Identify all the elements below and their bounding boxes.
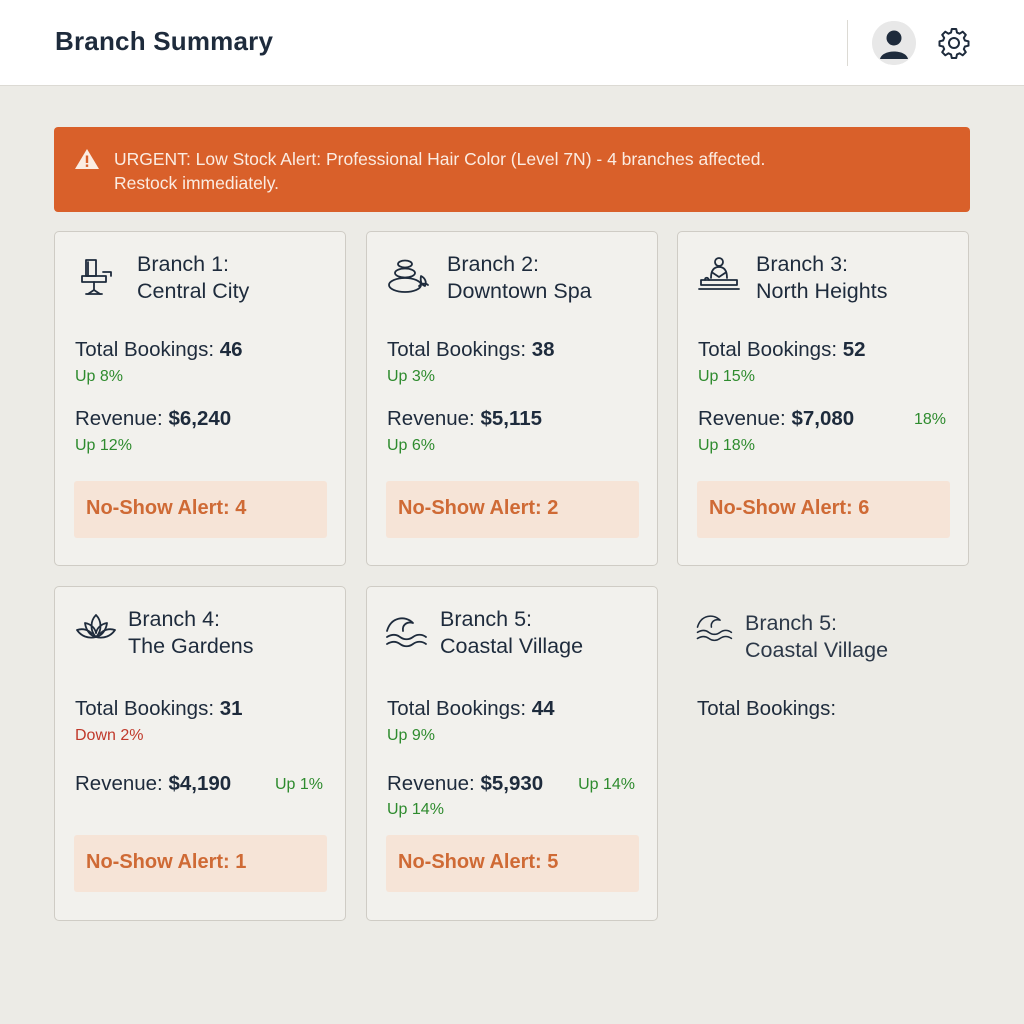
revenue-trend: Up 14% xyxy=(387,801,444,818)
spa-stones-icon xyxy=(385,254,431,300)
bookings-label: Total Bookings: xyxy=(75,697,215,720)
branch-card-3[interactable]: Branch 3: North Heights Total Bookings: … xyxy=(677,231,969,566)
revenue-label: Revenue: xyxy=(387,772,475,795)
massage-icon xyxy=(696,254,742,300)
top-header: Branch Summary xyxy=(0,0,1024,86)
revenue-value: $4,190 xyxy=(168,772,232,795)
total-bookings: Total Bookings: 46 xyxy=(75,338,243,362)
branch-title: Branch 1: Central City xyxy=(137,251,249,305)
revenue-label: Revenue: xyxy=(75,407,163,430)
branch-number: Branch 2: xyxy=(447,252,540,276)
bookings-label: Total Bookings: xyxy=(75,338,215,361)
revenue-value: $7,080 xyxy=(791,407,855,430)
bookings-label: Total Bookings: xyxy=(697,697,837,720)
revenue-value: $6,240 xyxy=(168,407,232,430)
revenue-label: Revenue: xyxy=(698,407,786,430)
no-show-alert[interactable]: No-Show Alert: 1 xyxy=(74,835,327,892)
revenue-label: Revenue: xyxy=(387,407,475,430)
page-title: Branch Summary xyxy=(55,26,274,56)
waves-icon xyxy=(694,608,740,654)
bookings-label: Total Bookings: xyxy=(387,338,527,361)
revenue-trend: Up 18% xyxy=(698,437,755,454)
warning-icon xyxy=(74,147,100,171)
salon-chair-icon xyxy=(77,254,123,300)
bookings-label: Total Bookings: xyxy=(698,338,838,361)
branch-card-4[interactable]: Branch 4: The Gardens Total Bookings: 31… xyxy=(54,586,346,921)
no-show-alert[interactable]: No-Show Alert: 4 xyxy=(74,481,327,538)
revenue-trend: Up 6% xyxy=(387,437,436,454)
branch-name: Coastal Village xyxy=(745,638,889,662)
waves-icon xyxy=(383,609,429,655)
no-show-alert[interactable]: No-Show Alert: 2 xyxy=(386,481,639,538)
bookings-trend: Up 8% xyxy=(75,368,124,385)
bookings-trend: Up 15% xyxy=(698,368,755,385)
bookings-value: 52 xyxy=(842,338,866,361)
revenue: Revenue: $4,190 xyxy=(75,772,231,796)
revenue-side-trend: Up 14% xyxy=(578,776,635,793)
revenue: Revenue: $5,115 xyxy=(387,407,542,431)
no-show-alert[interactable]: No-Show Alert: 5 xyxy=(386,835,639,892)
bookings-trend: Up 9% xyxy=(387,727,436,744)
revenue-trend: Up 12% xyxy=(75,437,132,454)
branch-card-2[interactable]: Branch 2: Downtown Spa Total Bookings: 3… xyxy=(366,231,658,566)
total-bookings: Total Bookings: 52 xyxy=(698,338,866,362)
gear-icon[interactable] xyxy=(937,26,971,60)
branch-name: Downtown Spa xyxy=(447,279,592,303)
branch-name: Coastal Village xyxy=(440,634,584,658)
bookings-value: 38 xyxy=(531,338,555,361)
no-show-alert-text: No-Show Alert: 1 xyxy=(86,851,247,873)
branch-number: Branch 1: xyxy=(137,252,230,276)
branch-title: Branch 4: The Gardens xyxy=(128,606,253,660)
branch-card-5[interactable]: Branch 5: Coastal Village Total Bookings… xyxy=(366,586,658,921)
bookings-value: 44 xyxy=(531,697,555,720)
branch-name: Central City xyxy=(137,279,250,303)
branch-name: North Heights xyxy=(756,279,888,303)
branch-number: Branch 5: xyxy=(440,607,533,631)
revenue: Revenue: $5,930 xyxy=(387,772,543,796)
bookings-trend: Up 3% xyxy=(387,368,436,385)
header-divider xyxy=(847,20,848,66)
lotus-icon xyxy=(73,609,119,655)
branch-name: The Gardens xyxy=(128,634,254,658)
no-show-alert-text: No-Show Alert: 6 xyxy=(709,497,870,519)
total-bookings: Total Bookings: xyxy=(697,697,836,721)
bookings-value: 31 xyxy=(219,697,243,720)
revenue: Revenue: $6,240 xyxy=(75,407,231,431)
revenue-value: $5,115 xyxy=(480,407,543,430)
branch-card-1[interactable]: Branch 1: Central City Total Bookings: 4… xyxy=(54,231,346,566)
alert-line-2: Restock immediately. xyxy=(114,173,280,193)
branch-title: Branch 5: Coastal Village xyxy=(745,610,888,664)
no-show-alert-text: No-Show Alert: 4 xyxy=(86,497,247,519)
bookings-value: 46 xyxy=(219,338,243,361)
low-stock-alert-banner[interactable]: URGENT: Low Stock Alert: Professional Ha… xyxy=(54,127,970,212)
revenue-label: Revenue: xyxy=(75,772,163,795)
no-show-alert-text: No-Show Alert: 2 xyxy=(398,497,559,519)
branch-title: Branch 2: Downtown Spa xyxy=(447,251,592,305)
branch-number: Branch 5: xyxy=(745,611,838,635)
branch-title: Branch 5: Coastal Village xyxy=(440,606,583,660)
branch-title: Branch 3: North Heights xyxy=(756,251,887,305)
branch-number: Branch 3: xyxy=(756,252,849,276)
bookings-trend: Down 2% xyxy=(75,727,144,744)
revenue-value: $5,930 xyxy=(480,772,544,795)
bookings-label: Total Bookings: xyxy=(387,697,527,720)
revenue-side-trend: 18% xyxy=(913,411,946,428)
alert-message: URGENT: Low Stock Alert: Professional Ha… xyxy=(114,147,934,195)
no-show-alert-text: No-Show Alert: 5 xyxy=(398,851,559,873)
total-bookings: Total Bookings: 31 xyxy=(75,697,243,721)
revenue-side-trend: Up 1% xyxy=(274,776,323,793)
branch-number: Branch 4: xyxy=(128,607,221,631)
no-show-alert[interactable]: No-Show Alert: 6 xyxy=(697,481,950,538)
revenue: Revenue: $7,080 xyxy=(698,407,854,431)
user-avatar-icon[interactable] xyxy=(872,21,916,65)
total-bookings: Total Bookings: 38 xyxy=(387,338,555,362)
alert-line-1: URGENT: Low Stock Alert: Professional Ha… xyxy=(114,149,766,169)
placeholder-branch-card: Branch 5: Coastal Village Total Bookings… xyxy=(678,588,970,788)
total-bookings: Total Bookings: 44 xyxy=(387,697,555,721)
